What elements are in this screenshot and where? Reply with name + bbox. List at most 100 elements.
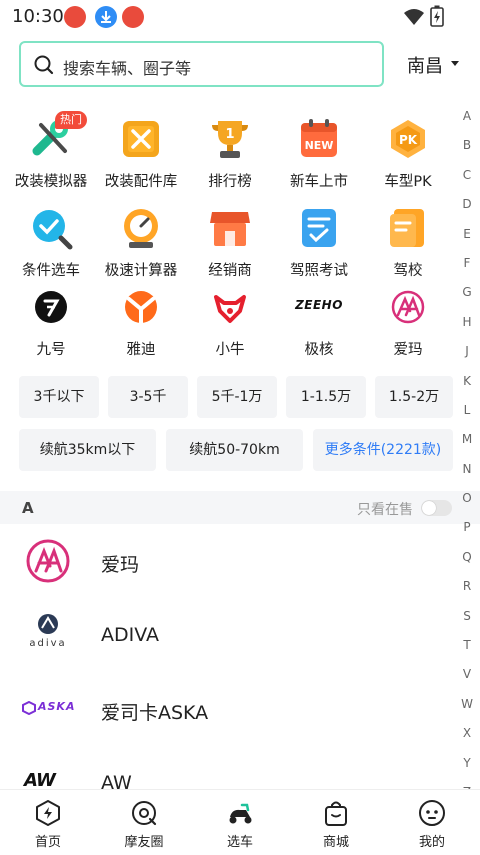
battery-icon	[430, 5, 444, 27]
tool-label: 改装模拟器	[14, 174, 88, 190]
scooter-icon	[229, 803, 252, 824]
status-bar: 10:30	[0, 0, 480, 34]
tool-mod-simulator[interactable]: 改装模拟器	[3, 117, 99, 191]
tool-filter-select[interactable]: 条件选车	[3, 206, 99, 280]
brand-list-item[interactable]: adiva ADIVA	[0, 598, 455, 672]
filter-chip-range[interactable]: 续航35km以下	[19, 429, 156, 471]
filter-chip-price[interactable]: 5千-1万	[197, 376, 277, 418]
tool-speed-calculator[interactable]: 极速计算器	[93, 206, 189, 280]
parts-box-icon	[119, 117, 163, 161]
index-letter[interactable]: Q	[456, 547, 478, 576]
index-letter[interactable]: O	[456, 488, 478, 517]
yadea-logo	[119, 289, 163, 333]
search-placeholder: 搜索车辆、圈子等	[63, 59, 192, 78]
tab-mall[interactable]: 商城	[288, 790, 384, 855]
alphabet-index[interactable]: A B C D E F G H J K L M N O P Q R S T V …	[456, 106, 478, 794]
brand-shortcut-yadea[interactable]: 雅迪	[93, 289, 189, 359]
tab-profile[interactable]: 我的	[384, 790, 480, 855]
wifi-icon	[404, 9, 424, 25]
store-icon	[208, 206, 252, 250]
tool-license-exam[interactable]: 驾照考试	[271, 206, 367, 280]
brand-name: ADIVA	[101, 624, 160, 646]
filter-chip-price[interactable]: 1-1.5万	[286, 376, 366, 418]
svg-text:PK: PK	[399, 133, 418, 147]
filter-chip-price[interactable]: 3-5千	[108, 376, 188, 418]
index-letter[interactable]: G	[456, 282, 478, 311]
status-time: 10:30	[12, 6, 64, 27]
tool-label: 新车上市	[290, 174, 348, 190]
exam-icon	[297, 206, 341, 250]
index-letter[interactable]: P	[456, 517, 478, 546]
brand-shortcut-label: 小牛	[215, 342, 245, 358]
index-letter[interactable]: A	[456, 106, 478, 135]
tool-label: 驾校	[393, 263, 423, 279]
brand-list-item[interactable]: ASKA 爱司卡ASKA	[0, 672, 455, 746]
brand-name: 爱玛	[101, 554, 140, 576]
tool-driving-school[interactable]: 驾校	[360, 206, 456, 280]
index-letter[interactable]: E	[456, 224, 478, 253]
tool-label: 排行榜	[208, 174, 252, 190]
brand-name: AW	[101, 772, 132, 789]
tab-select-vehicle[interactable]: 选车	[192, 790, 288, 855]
tool-model-pk[interactable]: PK 车型PK	[360, 117, 456, 191]
section-letter: A	[22, 499, 34, 517]
shopping-bag-icon	[325, 801, 347, 826]
brand-shortcut-niu[interactable]: 小牛	[182, 289, 278, 359]
app-notification-icon	[64, 6, 86, 28]
app-notification-icon-2	[122, 6, 144, 28]
tab-community[interactable]: 摩友圈	[96, 790, 192, 855]
index-letter[interactable]: H	[456, 312, 478, 341]
index-letter[interactable]: X	[456, 723, 478, 752]
tool-new-arrivals[interactable]: NEW 新车上市	[271, 117, 367, 191]
tab-home[interactable]: 首页	[0, 790, 96, 855]
hot-badge: 热门	[55, 111, 87, 129]
index-letter[interactable]: R	[456, 576, 478, 605]
index-letter[interactable]: S	[456, 606, 478, 635]
index-letter[interactable]: Y	[456, 753, 478, 782]
community-icon	[132, 801, 157, 826]
index-letter[interactable]: W	[456, 694, 478, 723]
filter-chip-price[interactable]: 3千以下	[19, 376, 99, 418]
school-icon	[386, 206, 430, 250]
brand-shortcut-label: 极核	[304, 342, 334, 358]
brand-shortcut-aima[interactable]: 爱玛	[360, 289, 456, 359]
adiva-logo: adiva	[22, 612, 74, 658]
svg-text:1: 1	[225, 127, 234, 142]
brand-list-item[interactable]: 爱玛	[0, 524, 455, 598]
aima-logo	[22, 538, 74, 584]
trophy-icon: 1	[208, 117, 252, 161]
tool-label: 车型PK	[384, 174, 432, 190]
caret-down-icon[interactable]	[451, 61, 459, 66]
index-letter[interactable]: V	[456, 664, 478, 693]
city-selector[interactable]: 南昌	[407, 52, 443, 78]
brand-section-header: A 只看在售	[0, 491, 480, 524]
only-on-sale-toggle[interactable]	[421, 500, 452, 516]
search-input[interactable]: 搜索车辆、圈子等	[19, 41, 384, 87]
brand-name: 爱司卡ASKA	[101, 702, 209, 724]
index-letter[interactable]: D	[456, 194, 478, 223]
index-letter[interactable]: L	[456, 400, 478, 429]
zeeho-logo: ZEEHO	[295, 298, 343, 312]
speedometer-icon	[119, 206, 163, 250]
brand-list-item[interactable]: AW AW	[0, 746, 455, 789]
tool-parts-library[interactable]: 改装配件库	[93, 117, 189, 191]
index-letter[interactable]: C	[456, 165, 478, 194]
more-filters-button[interactable]: 更多条件(2221款)	[313, 429, 453, 471]
index-letter[interactable]: M	[456, 429, 478, 458]
download-notification-icon	[95, 6, 117, 28]
brand-shortcut-ninebot[interactable]: 九号	[3, 289, 99, 359]
tool-ranking[interactable]: 1 排行榜	[182, 117, 278, 191]
aska-logo: ASKA	[22, 686, 74, 732]
filter-chip-range[interactable]: 续航50-70km	[166, 429, 303, 471]
index-letter[interactable]: K	[456, 371, 478, 400]
index-letter[interactable]: J	[456, 341, 478, 370]
index-letter[interactable]: N	[456, 459, 478, 488]
index-letter[interactable]: F	[456, 253, 478, 282]
filter-chip-price[interactable]: 1.5-2万	[375, 376, 453, 418]
index-letter[interactable]: B	[456, 135, 478, 164]
brand-shortcut-zeeho[interactable]: ZEEHO 极核	[271, 289, 367, 359]
ninebot-logo	[29, 289, 73, 333]
svg-text:NEW: NEW	[305, 139, 334, 152]
tool-dealers[interactable]: 经销商	[182, 206, 278, 280]
index-letter[interactable]: T	[456, 635, 478, 664]
